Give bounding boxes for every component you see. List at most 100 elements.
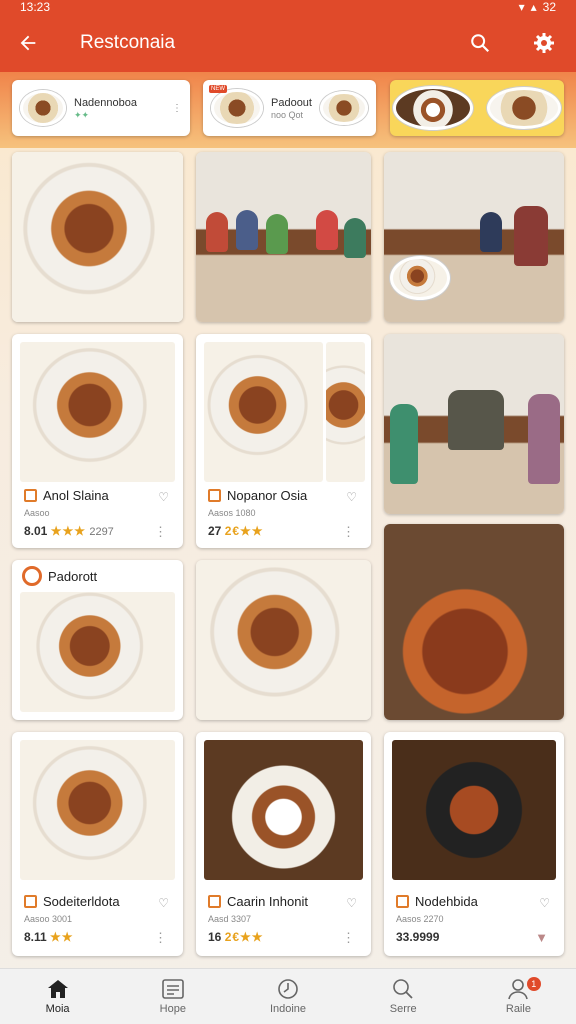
featured-chip[interactable]: Nadennoboa ✦✦ ⋮ bbox=[12, 80, 190, 136]
dish-photo bbox=[20, 342, 175, 482]
back-button[interactable] bbox=[0, 14, 56, 72]
rating-value: 33.9999 bbox=[396, 930, 440, 944]
photo-tile[interactable] bbox=[384, 524, 564, 720]
select-checkbox[interactable] bbox=[208, 489, 221, 502]
list-icon bbox=[161, 979, 184, 999]
restaurant-card[interactable]: Nopanor Osia ♡ Aasos 1080 27 2€★★ ⋮ bbox=[196, 334, 371, 548]
star-rating: ★★ bbox=[50, 930, 74, 944]
photo-tile[interactable] bbox=[384, 152, 564, 322]
restaurant-name: Nodehbida bbox=[415, 894, 478, 909]
star-rating: ★★★ bbox=[50, 524, 86, 538]
restaurant-meta: Aasos 2270 bbox=[396, 914, 444, 924]
dish-photo bbox=[204, 342, 323, 482]
back-arrow-icon bbox=[20, 35, 36, 51]
restaurant-card[interactable]: Padorott bbox=[12, 560, 183, 720]
dish-photo bbox=[326, 342, 365, 482]
diner-figure bbox=[390, 404, 418, 484]
heart-icon[interactable]: ♡ bbox=[346, 490, 357, 504]
status-bar: 13:23 ▾ ▴ 32 bbox=[0, 0, 576, 14]
dish-photo bbox=[384, 524, 564, 720]
heart-icon[interactable]: ♡ bbox=[346, 896, 357, 910]
more-icon[interactable]: ⋮ bbox=[172, 103, 182, 114]
home-icon bbox=[47, 980, 68, 998]
rating-value: 8.11 bbox=[24, 930, 47, 944]
search-button[interactable] bbox=[448, 14, 512, 72]
signal-icon: ▴ bbox=[530, 0, 537, 14]
dish-thumbnail bbox=[393, 86, 473, 130]
more-options-icon[interactable]: ⋮ bbox=[154, 930, 167, 946]
restaurant-card[interactable]: Sodeiterldota ♡ Aasoo 3001 8.11 ★★ ⋮ bbox=[12, 732, 183, 956]
tab-history[interactable]: Indoine bbox=[230, 969, 345, 1024]
filter-icon[interactable]: ▼ bbox=[535, 930, 548, 945]
bottom-nav: Moia Hope Indoine Serre Raile 1 bbox=[0, 968, 576, 1024]
restaurant-card[interactable]: Anol Slaina ♡ Aasoo 8.01 ★★★ 2297 ⋮ bbox=[12, 334, 183, 548]
featured-chip[interactable]: NEW Padoout noo Qot bbox=[203, 80, 376, 136]
diner-figure bbox=[266, 214, 288, 254]
wifi-icon: ▾ bbox=[518, 0, 525, 14]
dish-photo bbox=[12, 152, 183, 322]
select-checkbox[interactable] bbox=[208, 895, 221, 908]
tab-profile[interactable]: Raile 1 bbox=[461, 969, 576, 1024]
restaurant-logo-icon bbox=[22, 566, 42, 586]
dish-thumbnail bbox=[20, 90, 66, 126]
gear-icon bbox=[534, 33, 554, 53]
heart-icon[interactable]: ♡ bbox=[158, 490, 169, 504]
diner-figure bbox=[448, 390, 504, 450]
tab-search[interactable]: Serre bbox=[346, 969, 461, 1024]
diner-figure bbox=[206, 212, 228, 252]
rating-value: 27 bbox=[208, 524, 222, 538]
tab-list[interactable]: Hope bbox=[115, 969, 230, 1024]
dish-thumbnail bbox=[320, 91, 368, 125]
tab-label: Moia bbox=[45, 1003, 70, 1015]
diner-figure bbox=[480, 212, 502, 252]
clock-icon bbox=[278, 979, 298, 999]
select-checkbox[interactable] bbox=[24, 895, 37, 908]
tab-label: Serre bbox=[389, 1003, 417, 1015]
photo-tile[interactable] bbox=[384, 334, 564, 514]
more-options-icon[interactable]: ⋮ bbox=[342, 930, 355, 946]
diner-figure bbox=[344, 218, 366, 258]
chip-subtitle: noo Qot bbox=[271, 110, 304, 120]
notification-badge: 1 bbox=[526, 977, 541, 991]
restaurant-meta: Aasoo bbox=[24, 508, 50, 518]
select-checkbox[interactable] bbox=[24, 489, 37, 502]
dish-photo bbox=[392, 740, 556, 880]
photo-tile[interactable] bbox=[12, 152, 183, 322]
diner-figure bbox=[514, 206, 548, 266]
featured-chip[interactable] bbox=[390, 80, 564, 136]
rating-value: 8.01 bbox=[24, 524, 48, 538]
star-rating: 2€★★ bbox=[224, 524, 264, 538]
restaurant-card[interactable]: Caarin Inhonit ♡ Aasd 3307 16 2€★★ ⋮ bbox=[196, 732, 371, 956]
review-count: 2297 bbox=[89, 526, 114, 538]
rating-value: 16 bbox=[208, 930, 222, 944]
select-checkbox[interactable] bbox=[396, 895, 409, 908]
search-icon bbox=[393, 979, 413, 999]
restaurant-meta: Aasd 3307 bbox=[208, 914, 252, 924]
tab-home[interactable]: Moia bbox=[0, 969, 115, 1024]
status-time: 13:23 bbox=[20, 0, 51, 14]
heart-icon[interactable]: ♡ bbox=[539, 896, 550, 910]
photo-tile[interactable] bbox=[196, 560, 371, 720]
settings-button[interactable] bbox=[512, 14, 576, 72]
new-badge: NEW bbox=[209, 85, 227, 93]
restaurant-name: Sodeiterldota bbox=[43, 894, 120, 909]
tab-label: Hope bbox=[159, 1003, 186, 1015]
diner-figure bbox=[316, 210, 338, 250]
diner-figure bbox=[236, 210, 258, 250]
dish-photo bbox=[196, 560, 371, 720]
heart-icon[interactable]: ♡ bbox=[158, 896, 169, 910]
dish-photo bbox=[390, 256, 450, 300]
tab-label: Indoine bbox=[269, 1003, 307, 1015]
more-options-icon[interactable]: ⋮ bbox=[342, 524, 355, 540]
diner-figure bbox=[528, 394, 560, 484]
chip-title: Padoout bbox=[271, 97, 312, 109]
photo-tile[interactable] bbox=[196, 152, 371, 322]
dish-thumbnail bbox=[211, 89, 263, 127]
restaurant-name: Anol Slaina bbox=[43, 488, 109, 503]
dish-photo bbox=[20, 592, 175, 712]
restaurant-card[interactable]: Nodehbida ♡ Aasos 2270 33.9999 ▼ bbox=[384, 732, 564, 956]
battery-icon: 32 bbox=[542, 0, 556, 14]
more-options-icon[interactable]: ⋮ bbox=[154, 524, 167, 540]
search-icon bbox=[471, 34, 490, 53]
restaurant-meta: Aasoo 3001 bbox=[24, 914, 73, 924]
